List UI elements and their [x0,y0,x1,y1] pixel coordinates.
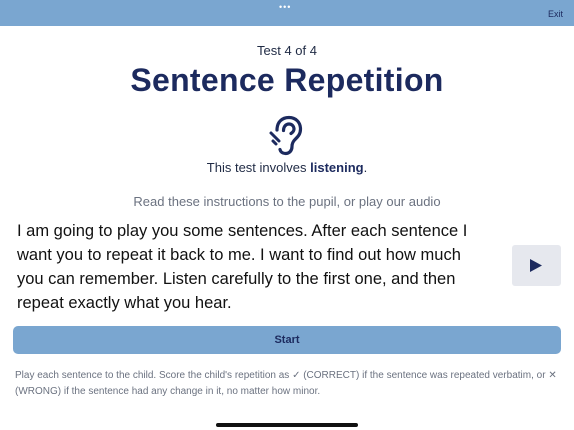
ear-listening-icon [269,115,303,156]
involves-prefix: This test involves [206,160,311,175]
scoring-note: Play each sentence to the child. Score t… [15,370,557,397]
page-title: Sentence Repetition [130,62,444,98]
play-audio-button[interactable] [512,245,561,286]
menu-dots-icon[interactable]: ••• [279,3,291,12]
top-bar: ••• Exit [0,0,574,26]
home-indicator [216,423,358,427]
involves-listening-text: This test involves listening. [0,160,574,175]
play-icon [530,259,542,272]
instructions-text: I am going to play you some sentences. A… [17,222,468,312]
test-progress: Test 4 of 4 [257,43,317,58]
involves-emphasis: listening [310,160,364,175]
involves-suffix: . [363,160,368,175]
start-button[interactable]: Start [13,326,561,354]
exit-button[interactable]: Exit [548,9,563,19]
instructions-prompt: Read these instructions to the pupil, or… [133,194,441,209]
